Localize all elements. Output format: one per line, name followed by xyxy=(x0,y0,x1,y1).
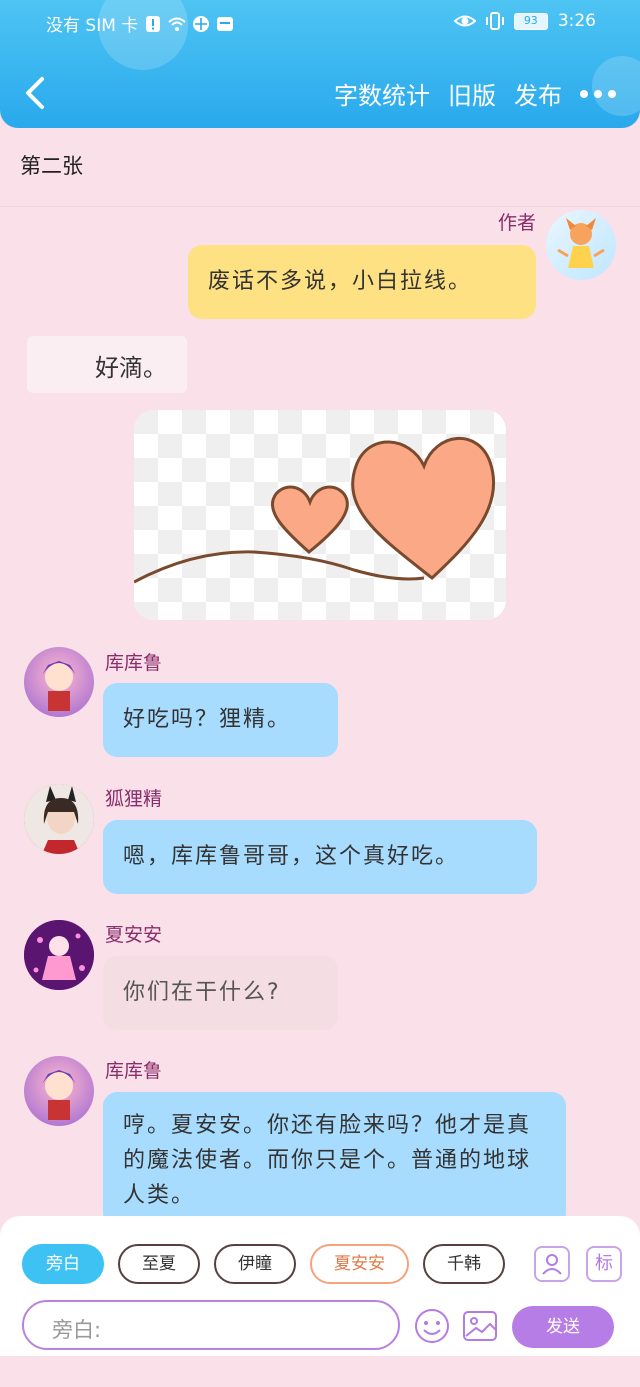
message-bubble[interactable]: 好吃吗？狸精。 xyxy=(103,683,338,757)
network-icon xyxy=(193,15,210,32)
app-notify-icon xyxy=(217,16,234,31)
alert-icon xyxy=(146,15,161,32)
message-bubble[interactable]: 你们在干什么? xyxy=(103,956,338,1030)
wifi-icon xyxy=(168,17,186,31)
status-left: 没有 SIM 卡 xyxy=(46,11,234,36)
character-chip[interactable]: 旁白 xyxy=(22,1244,104,1284)
old-version-button[interactable]: 旧版 xyxy=(448,76,496,111)
avatar[interactable] xyxy=(24,1056,94,1126)
character-avatar-image xyxy=(557,218,605,268)
character-avatar-image xyxy=(42,1070,76,1120)
character-selector: 旁白 至夏 伊瞳 夏安安 千韩 夏 xyxy=(22,1244,516,1284)
character-avatar-image xyxy=(42,661,76,711)
character-avatar-image xyxy=(24,784,94,854)
speaker-name: 作者 xyxy=(497,212,536,234)
nav-actions: 字数统计 旧版 发布 xyxy=(334,76,618,111)
status-bar: 没有 SIM 卡 93 3:26 xyxy=(0,0,640,44)
avatar[interactable] xyxy=(24,920,94,990)
avatar[interactable] xyxy=(546,210,616,280)
top-app-bar: 没有 SIM 卡 93 3:26 字数统计 旧版 发布 xyxy=(0,0,640,128)
emoji-icon[interactable] xyxy=(414,1308,450,1344)
avatar[interactable] xyxy=(24,784,94,854)
speaker-name: 夏安安 xyxy=(105,924,163,946)
speaker-name: 库库鲁 xyxy=(105,652,163,674)
avatar[interactable] xyxy=(24,647,94,717)
editor-panel: 旁白 至夏 伊瞳 夏安安 千韩 夏 标 旁白: 发送 xyxy=(0,1216,640,1356)
send-button[interactable]: 发送 xyxy=(512,1306,614,1348)
clock-text: 3:26 xyxy=(557,11,596,31)
publish-button[interactable]: 发布 xyxy=(514,76,562,111)
battery-indicator: 93 xyxy=(513,12,548,30)
character-chip[interactable]: 至夏 xyxy=(118,1244,200,1284)
status-right: 93 3:26 xyxy=(453,11,596,31)
word-count-button[interactable]: 字数统计 xyxy=(334,76,430,111)
back-arrow-icon[interactable] xyxy=(22,76,48,110)
message-bubble[interactable]: 哼。夏安安。你还有脸来吗？他才是真的魔法使者。而你只是个。普通的地球人类。 xyxy=(103,1092,566,1227)
narration-text[interactable]: 好滴。 xyxy=(27,336,187,393)
message-bubble[interactable]: 嗯，库库鲁哥哥，这个真好吃。 xyxy=(103,820,537,894)
message-bubble[interactable]: 废话不多说，小白拉线。 xyxy=(188,245,536,319)
character-chip[interactable]: 夏安安 xyxy=(310,1244,409,1284)
character-chip[interactable]: 千韩 xyxy=(423,1244,505,1284)
chapter-title[interactable]: 第二张 xyxy=(20,150,83,180)
speaker-name: 库库鲁 xyxy=(105,1060,163,1082)
mark-button[interactable]: 标 xyxy=(586,1246,622,1282)
speaker-name: 狐狸精 xyxy=(105,788,163,810)
carrier-text: 没有 SIM 卡 xyxy=(46,16,139,36)
eye-icon xyxy=(453,15,476,27)
vibrate-icon xyxy=(485,12,504,30)
message-input[interactable]: 旁白: xyxy=(22,1300,400,1350)
more-icon[interactable] xyxy=(580,88,618,100)
image-icon[interactable] xyxy=(462,1308,498,1344)
character-chip[interactable]: 伊瞳 xyxy=(214,1244,296,1284)
heart-image xyxy=(134,410,506,620)
character-avatar-image xyxy=(24,920,94,990)
add-character-icon[interactable] xyxy=(534,1246,570,1282)
divider xyxy=(0,206,640,207)
message-image[interactable] xyxy=(134,410,506,620)
